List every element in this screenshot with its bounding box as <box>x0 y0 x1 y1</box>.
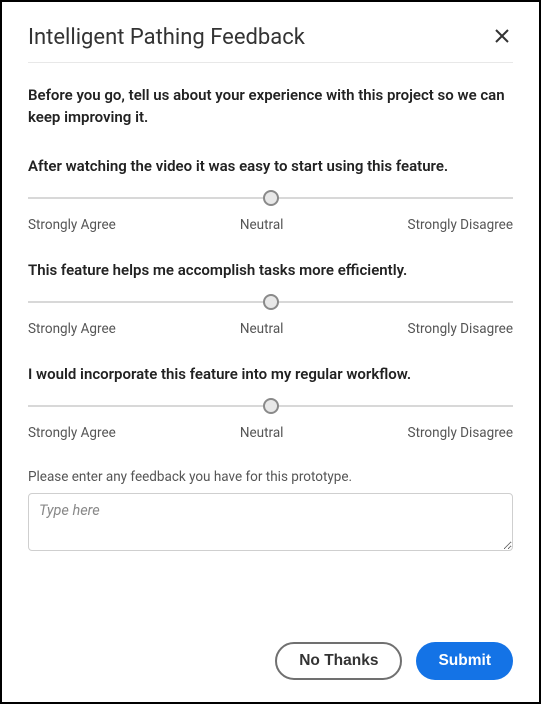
feedback-section: Please enter any feedback you have for t… <box>28 469 513 555</box>
slider-thumb[interactable] <box>263 294 279 310</box>
submit-button[interactable]: Submit <box>416 642 513 680</box>
feedback-label: Please enter any feedback you have for t… <box>28 469 513 485</box>
label-left: Strongly Agree <box>28 425 116 441</box>
close-icon <box>495 27 509 47</box>
label-left: Strongly Agree <box>28 321 116 337</box>
slider-labels: Strongly Agree Neutral Strongly Disagree <box>28 217 513 233</box>
feedback-textarea[interactable] <box>28 493 513 551</box>
label-left: Strongly Agree <box>28 217 116 233</box>
intro-text: Before you go, tell us about your experi… <box>28 85 513 129</box>
slider-labels: Strongly Agree Neutral Strongly Disagree <box>28 425 513 441</box>
no-thanks-button[interactable]: No Thanks <box>275 642 402 680</box>
label-center: Neutral <box>240 425 284 441</box>
slider-thumb[interactable] <box>263 398 279 414</box>
slider-thumb[interactable] <box>263 190 279 206</box>
dialog-header: Intelligent Pathing Feedback <box>28 24 513 63</box>
slider-2[interactable] <box>28 293 513 311</box>
slider-3[interactable] <box>28 397 513 415</box>
question-block-2: This feature helps me accomplish tasks m… <box>28 261 513 337</box>
label-center: Neutral <box>240 321 284 337</box>
slider-labels: Strongly Agree Neutral Strongly Disagree <box>28 321 513 337</box>
label-right: Strongly Disagree <box>408 425 513 441</box>
question-block-1: After watching the video it was easy to … <box>28 157 513 233</box>
slider-1[interactable] <box>28 189 513 207</box>
dialog-title: Intelligent Pathing Feedback <box>28 25 305 50</box>
close-button[interactable] <box>491 24 513 50</box>
label-right: Strongly Disagree <box>408 321 513 337</box>
question-text: After watching the video it was easy to … <box>28 157 513 175</box>
question-text: I would incorporate this feature into my… <box>28 365 513 383</box>
label-right: Strongly Disagree <box>408 217 513 233</box>
dialog-footer: No Thanks Submit <box>28 622 513 680</box>
question-block-3: I would incorporate this feature into my… <box>28 365 513 441</box>
question-text: This feature helps me accomplish tasks m… <box>28 261 513 279</box>
feedback-dialog: Intelligent Pathing Feedback Before you … <box>6 6 535 698</box>
label-center: Neutral <box>240 217 284 233</box>
